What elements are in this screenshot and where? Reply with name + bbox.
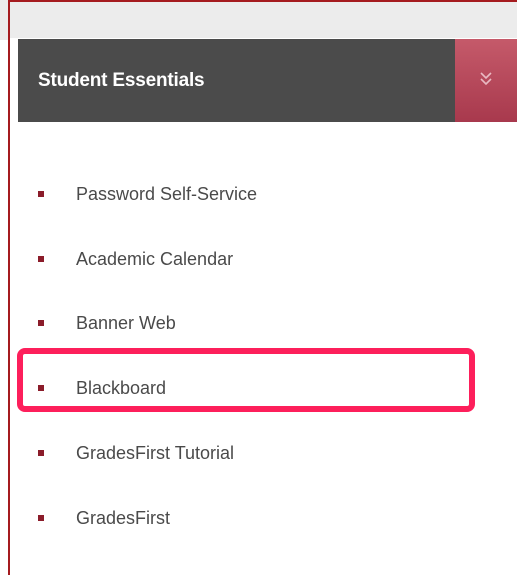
list-item-banner-web[interactable]: Banner Web: [18, 303, 488, 343]
panel-top-gray: [10, 2, 517, 38]
list-item-blackboard[interactable]: Blackboard: [18, 368, 488, 408]
list-item-academic-calendar[interactable]: Academic Calendar: [18, 239, 488, 279]
panel-header: Student Essentials: [18, 39, 517, 122]
link-gradesfirst-tutorial[interactable]: GradesFirst Tutorial: [76, 433, 234, 473]
student-essentials-panel: Student Essentials Password Self-Service…: [10, 2, 517, 575]
list-item-gradesfirst-tutorial[interactable]: GradesFirst Tutorial: [18, 433, 488, 473]
list-item-password-self-service[interactable]: Password Self-Service: [18, 174, 488, 214]
panel-title: Student Essentials: [38, 70, 205, 91]
bullet-icon: [38, 256, 44, 262]
bullet-icon: [38, 385, 44, 391]
bullet-icon: [38, 320, 44, 326]
double-chevron-down-icon: [480, 72, 492, 86]
list-item-gradesfirst[interactable]: GradesFirst: [18, 498, 488, 538]
link-extranet[interactable]: Extranet: [76, 563, 143, 575]
bullet-icon: [38, 450, 44, 456]
link-banner-web[interactable]: Banner Web: [76, 303, 176, 343]
collapse-toggle-button[interactable]: [455, 39, 517, 122]
link-academic-calendar[interactable]: Academic Calendar: [76, 239, 233, 279]
list-item-extranet[interactable]: Extranet: [18, 563, 488, 575]
link-gradesfirst[interactable]: GradesFirst: [76, 498, 170, 538]
link-password-self-service[interactable]: Password Self-Service: [76, 174, 257, 214]
page: Student Essentials Password Self-Service…: [0, 0, 517, 575]
bullet-icon: [38, 515, 44, 521]
bullet-icon: [38, 191, 44, 197]
link-blackboard[interactable]: Blackboard: [76, 368, 166, 408]
